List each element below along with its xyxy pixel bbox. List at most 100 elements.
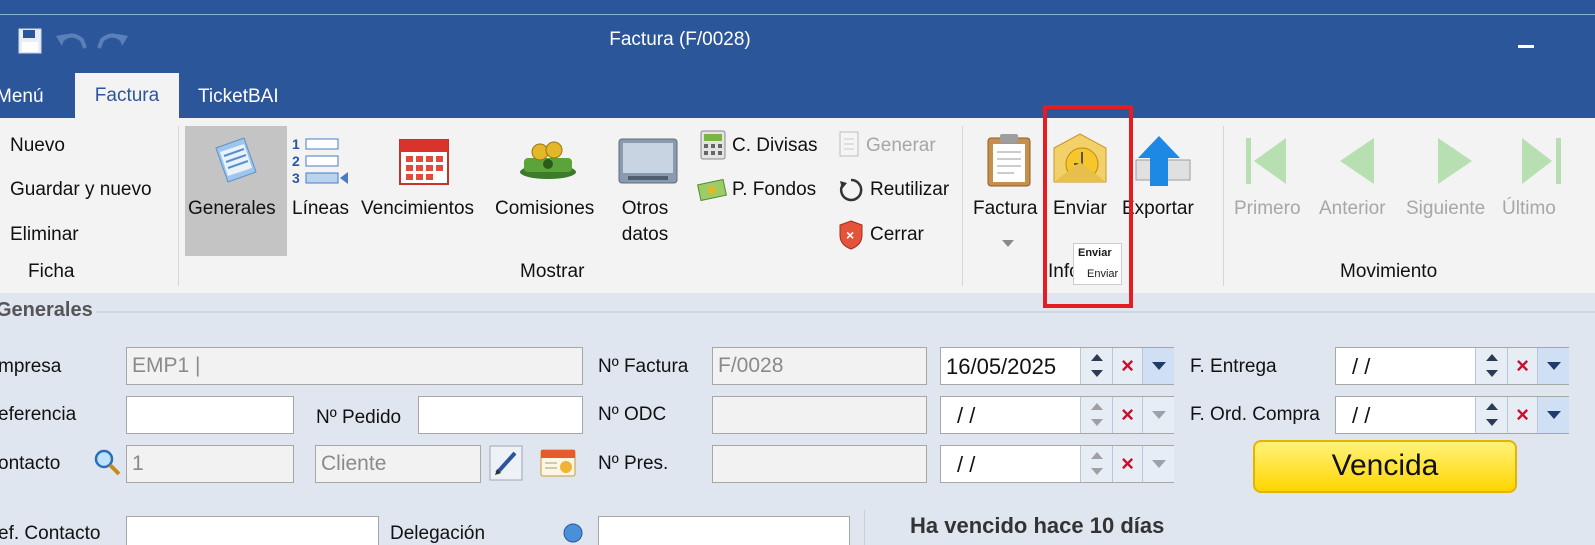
calculator-icon	[700, 130, 726, 160]
group-separator	[1223, 126, 1224, 286]
empresa-field[interactable]: EMP1 |	[126, 347, 583, 385]
anterior-button[interactable]: Anterior	[1319, 198, 1386, 220]
search-icon[interactable]	[93, 448, 121, 476]
fecha-factura-dropdown-icon[interactable]	[1142, 348, 1174, 384]
f-entrega-clear-icon[interactable]: ×	[1507, 348, 1537, 384]
highlight-box	[1043, 105, 1133, 308]
ribbon-tab-bar: Menú Factura TicketBAI	[0, 73, 1595, 118]
delegacion-field[interactable]	[598, 516, 850, 545]
fecha-pres-picker[interactable]: / / ×	[940, 445, 1174, 483]
fecha-odc-value: / /	[957, 403, 976, 428]
fecha-pres-spinner[interactable]	[1080, 446, 1112, 482]
window-title: Factura (F/0028)	[609, 29, 751, 50]
comisiones-button[interactable]: Comisiones	[495, 198, 594, 220]
tab-factura[interactable]: Factura	[75, 73, 179, 118]
fecha-factura-spinner[interactable]	[1080, 348, 1112, 384]
f-ord-compra-spinner[interactable]	[1475, 397, 1507, 433]
p-fondos-button[interactable]: P. Fondos	[732, 179, 816, 201]
nfactura-label: Nº Factura	[598, 356, 689, 377]
generales-button[interactable]: Generales	[188, 198, 276, 220]
fecha-factura-clear-icon[interactable]: ×	[1112, 348, 1142, 384]
group-label-ficha: Ficha	[28, 261, 75, 282]
title-bar-divider	[0, 14, 1595, 15]
cerrar-button[interactable]: Cerrar	[870, 224, 924, 246]
status-badge: Vencida	[1253, 440, 1517, 493]
contacto-label: ontacto	[0, 453, 61, 474]
guardar-y-nuevo-button[interactable]: Guardar y nuevo	[10, 179, 152, 201]
otros-datos-label-line1: Otros	[621, 198, 669, 219]
ref-contacto-label: ef. Contacto	[0, 523, 101, 544]
pedido-field[interactable]	[418, 396, 583, 434]
fecha-odc-spinner[interactable]	[1080, 397, 1112, 433]
svg-text:1: 1	[292, 136, 300, 152]
nodc-label: Nº ODC	[598, 404, 667, 425]
otros-datos-icon	[618, 138, 678, 184]
clipboard-icon	[987, 134, 1031, 187]
next-record-icon	[1438, 138, 1472, 184]
fecha-factura-picker[interactable]: 16/05/2025 ×	[940, 347, 1174, 385]
group-label-movimiento: Movimiento	[1340, 261, 1438, 282]
contacto-field[interactable]: 1	[126, 445, 294, 483]
f-ord-compra-clear-icon[interactable]: ×	[1507, 397, 1537, 433]
factura-report-button[interactable]: Factura	[973, 198, 1037, 220]
minimize-icon[interactable]	[1518, 45, 1534, 48]
nuevo-button[interactable]: Nuevo	[10, 135, 65, 157]
globe-icon[interactable]	[563, 523, 583, 543]
fecha-factura-value: 16/05/2025	[946, 354, 1057, 379]
f-entrega-dropdown-icon[interactable]	[1537, 348, 1569, 384]
tab-menu[interactable]: Menú	[0, 86, 44, 119]
npres-field[interactable]	[712, 445, 927, 483]
nfactura-field[interactable]: F/0028	[712, 347, 927, 385]
edit-pencil-icon[interactable]	[489, 445, 523, 481]
last-record-icon	[1522, 138, 1561, 184]
nodc-field[interactable]	[712, 396, 927, 434]
f-ord-compra-label: F. Ord. Compra	[1190, 404, 1320, 425]
section-title-generales: Generales	[0, 299, 93, 321]
empresa-label: mpresa	[0, 356, 62, 377]
lineas-icon: 1 2 3	[292, 136, 348, 186]
fecha-pres-dropdown-icon[interactable]	[1142, 446, 1174, 482]
section-divider	[96, 311, 1595, 313]
fecha-odc-dropdown-icon[interactable]	[1142, 397, 1174, 433]
contact-card-icon[interactable]	[540, 449, 576, 477]
cliente-field[interactable]: Cliente	[315, 445, 481, 483]
svg-text:3: 3	[292, 170, 300, 186]
eliminar-button[interactable]: Eliminar	[10, 224, 79, 246]
ultimo-button[interactable]: Último	[1502, 198, 1556, 220]
fecha-pres-clear-icon[interactable]: ×	[1112, 446, 1142, 482]
panel-divider	[864, 510, 865, 545]
referencia-field[interactable]	[126, 396, 294, 434]
f-ord-compra-value: / /	[1352, 403, 1371, 428]
generales-icon	[215, 137, 257, 183]
f-entrega-spinner[interactable]	[1475, 348, 1507, 384]
ref-contacto-field[interactable]	[126, 516, 379, 545]
group-separator	[178, 126, 179, 286]
generar-button[interactable]: Generar	[866, 135, 936, 157]
delegacion-label: Delegación	[390, 523, 486, 544]
primero-button[interactable]: Primero	[1234, 198, 1301, 220]
reutilizar-icon	[839, 178, 863, 202]
f-entrega-picker[interactable]: / / ×	[1335, 347, 1569, 385]
ribbon: Nuevo Guardar y nuevo Eliminar Ficha Gen…	[0, 118, 1595, 293]
export-icon	[1135, 136, 1191, 186]
form-panel: Generales mpresa EMP1 | Nº Factura F/002…	[0, 293, 1595, 545]
chevron-down-icon[interactable]	[1002, 240, 1014, 248]
otros-datos-button[interactable]: Otros datos	[620, 198, 670, 246]
siguiente-button[interactable]: Siguiente	[1406, 198, 1485, 220]
fecha-odc-picker[interactable]: / / ×	[940, 396, 1174, 434]
group-label-mostrar: Mostrar	[520, 261, 585, 282]
tab-ticketbai[interactable]: TicketBAI	[198, 86, 279, 119]
svg-text:2: 2	[292, 153, 300, 169]
previous-record-icon	[1340, 138, 1374, 184]
lineas-button[interactable]: Líneas	[292, 198, 349, 220]
money-icon	[520, 141, 576, 179]
f-entrega-label: F. Entrega	[1190, 356, 1277, 377]
vencimientos-button[interactable]: Vencimientos	[361, 198, 474, 220]
f-ord-compra-picker[interactable]: / / ×	[1335, 396, 1569, 434]
reutilizar-button[interactable]: Reutilizar	[870, 179, 949, 201]
first-record-icon	[1246, 138, 1286, 184]
fecha-odc-clear-icon[interactable]: ×	[1112, 397, 1142, 433]
f-ord-compra-dropdown-icon[interactable]	[1537, 397, 1569, 433]
c-divisas-button[interactable]: C. Divisas	[732, 135, 818, 157]
calendar-icon	[399, 139, 449, 185]
